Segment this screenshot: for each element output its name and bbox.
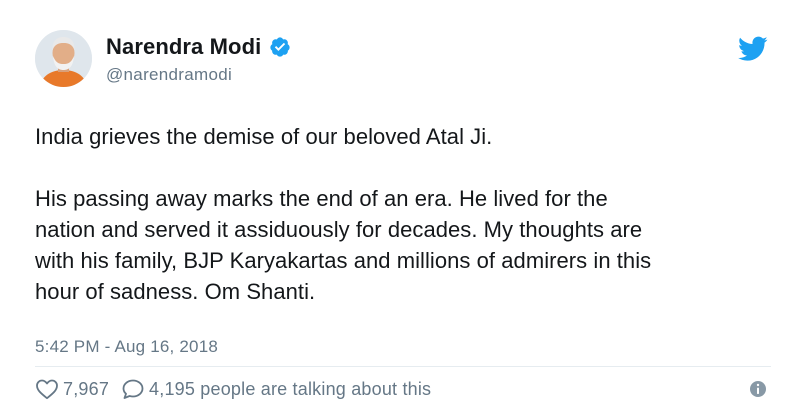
speech-bubble-icon (122, 379, 144, 399)
divider (35, 366, 771, 367)
heart-icon (36, 379, 58, 400)
author-handle[interactable]: @narendramodi (106, 65, 291, 85)
tweet-author: Narendra Modi @narendramodi (106, 34, 291, 85)
like-button[interactable]: 7,967 (35, 378, 109, 400)
tweet-text-line: India grieves the demise of our beloved … (35, 124, 493, 149)
conversation-count: 4,195 people are talking about this (149, 378, 432, 399)
tweet-actions: 7,967 4,195 people are talking about thi… (35, 376, 431, 402)
tweet-text-line: hour of sadness. Om Shanti. (35, 279, 316, 304)
avatar[interactable] (35, 30, 92, 87)
verified-badge-icon (270, 37, 290, 57)
author-display-name[interactable]: Narendra Modi (106, 34, 261, 60)
conversation-button[interactable]: 4,195 people are talking about this (121, 378, 431, 400)
twitter-bird-icon[interactable] (738, 36, 768, 62)
like-count: 7,967 (63, 378, 110, 399)
tweet-timestamp[interactable]: 5:42 PM - Aug 16, 2018 (35, 337, 218, 357)
tweet-text: India grieves the demise of our beloved … (35, 121, 775, 307)
tweet-text-line: His passing away marks the end of an era… (35, 186, 608, 211)
tweet-text-line: nation and served it assiduously for dec… (35, 217, 643, 242)
profile-photo-icon (35, 30, 92, 87)
tweet-text-line: with his family, BJP Karyakartas and mil… (35, 248, 652, 273)
author-name-row: Narendra Modi (106, 34, 291, 60)
info-icon[interactable] (749, 380, 767, 398)
tweet-card: Narendra Modi @narendramodi India grieve… (0, 0, 801, 419)
